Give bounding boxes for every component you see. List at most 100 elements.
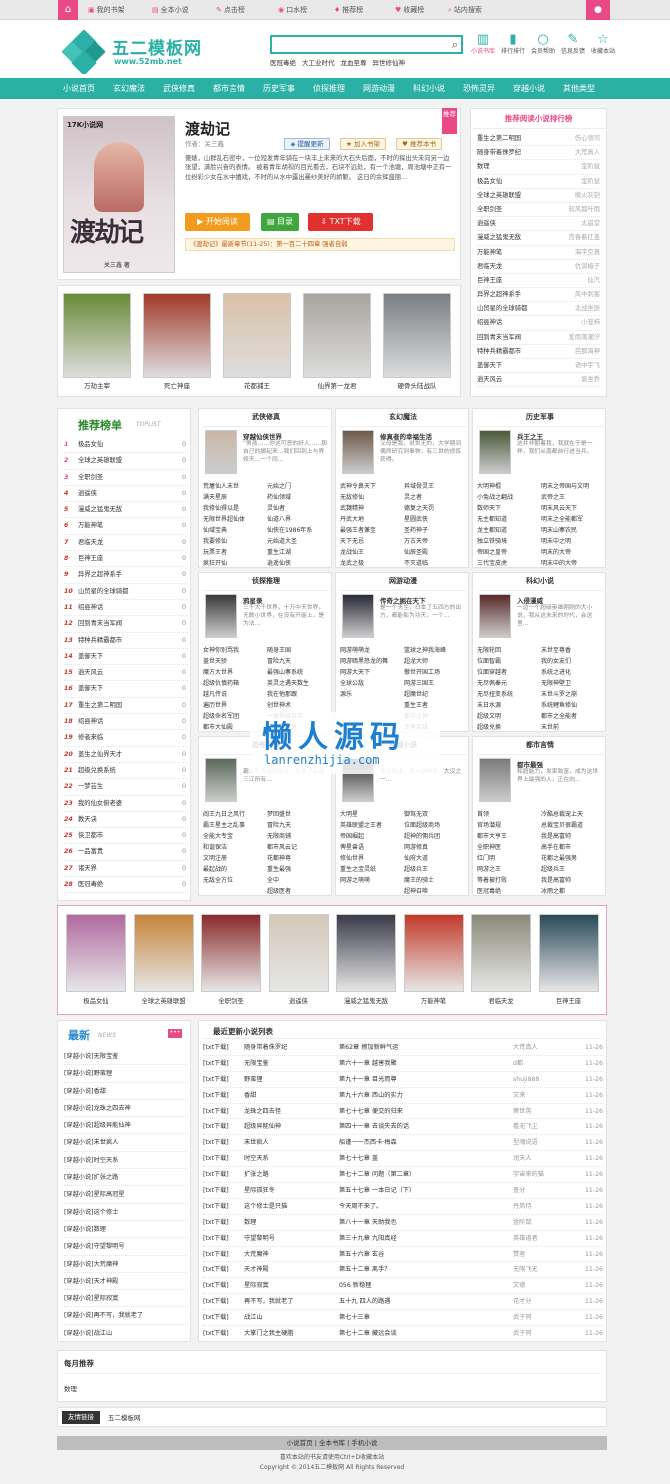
- category-link[interactable]: 无尽扭变系统: [477, 691, 513, 698]
- category-link[interactable]: 重生江湖: [267, 547, 291, 558]
- monthly-item[interactable]: 数理: [64, 1383, 77, 1393]
- toplist-item[interactable]: 21 超级兑换系统 0: [64, 763, 188, 780]
- category-link[interactable]: 我在他那跟: [267, 689, 297, 700]
- category-link[interactable]: 末世前: [541, 722, 559, 733]
- footer-link[interactable]: 手机小说: [351, 1439, 377, 1447]
- category-link[interactable]: 傲世开国工场: [404, 667, 440, 678]
- category-link[interactable]: 末日水源: [477, 702, 501, 709]
- user-icon[interactable]: ●: [586, 0, 610, 20]
- latest-item[interactable]: [穿越小说]天才神殿: [64, 1273, 188, 1291]
- category-title[interactable]: 武侠修真: [199, 412, 333, 422]
- category-link[interactable]: 都市大亨王: [477, 833, 507, 840]
- strip-title[interactable]: 君临天龙: [467, 996, 535, 1005]
- latest-item[interactable]: [穿越小说]香甜: [64, 1083, 188, 1100]
- table-row[interactable]: [txt下载] 扩张之路 第七十二章 问题（第二章） 宇宙来的猫 11-26: [203, 1167, 603, 1184]
- category-link[interactable]: 帝国崛起: [340, 833, 364, 840]
- category-link[interactable]: 网游之萌萌: [340, 877, 370, 884]
- table-row[interactable]: [txt下载] 大掌门之我主硬脂 第七十二章 藏远会谈 武子同 11-26: [203, 1326, 603, 1342]
- category-link[interactable]: 重生之宝灵纸: [340, 866, 376, 873]
- category-cover[interactable]: [205, 430, 237, 474]
- category-title[interactable]: 历史军事: [473, 412, 607, 422]
- nav-item[interactable]: 历史军事: [263, 78, 295, 99]
- rank-item[interactable]: 极品女仙 金阶鼠: [477, 175, 600, 189]
- strip-title[interactable]: 漫威之猛鬼无敌: [332, 996, 400, 1005]
- book-link[interactable]: 时空天系: [244, 1151, 269, 1166]
- latest-item[interactable]: [穿越小说]这个修士: [64, 1204, 188, 1221]
- category-link[interactable]: 医冠毒绝: [477, 888, 501, 895]
- nav-item[interactable]: 侦探推理: [313, 78, 345, 99]
- rank-item[interactable]: 逍天风云 诞坐乔: [477, 373, 600, 388]
- catalog-button[interactable]: ▤ 目录: [261, 213, 299, 231]
- category-link[interactable]: 仙道八界: [267, 514, 291, 525]
- thumb-cover[interactable]: [143, 293, 211, 378]
- category-link[interactable]: 位面智霸: [477, 658, 501, 665]
- chapter-link[interactable]: 第八十一章 天助我也: [339, 1215, 397, 1230]
- latest-item[interactable]: [穿越小说]大荒魔神: [64, 1256, 188, 1273]
- category-link[interactable]: 创世神术: [267, 700, 291, 711]
- book-link[interactable]: 再不写，我就老了: [244, 1294, 294, 1309]
- category-link[interactable]: 阎王九日之风行: [203, 811, 245, 818]
- nav-item[interactable]: 其他类型: [563, 78, 595, 99]
- category-title[interactable]: 都市言情: [473, 740, 607, 750]
- chapter-link[interactable]: 第七十七章 便交的归来: [339, 1104, 403, 1119]
- latest-item[interactable]: [穿越小说]数理: [64, 1221, 188, 1239]
- rank-item[interactable]: 全球之英雄联盟 唤火灰铠: [477, 189, 600, 203]
- category-title[interactable]: 科幻小说: [473, 576, 607, 586]
- category-title[interactable]: 玄幻魔法: [336, 412, 470, 422]
- table-row[interactable]: [txt下载] 战江山 第七十三章 武子同 11-26: [203, 1310, 603, 1327]
- hot-word[interactable]: 异世修仙神: [373, 59, 406, 67]
- category-cover[interactable]: [205, 758, 237, 802]
- category-link[interactable]: 圣药神子: [404, 525, 428, 536]
- rank-item[interactable]: 绍县神话 小笼柿: [477, 316, 600, 331]
- table-row[interactable]: [txt下载] 随身带着侏罗纪 第62章 擦加新鲜气运 大荒真人 11-26: [203, 1040, 603, 1056]
- toplist-item[interactable]: 20 盖生之仙界天才 0: [64, 747, 188, 763]
- category-link[interactable]: 和谐保洁: [203, 844, 227, 851]
- strip-title[interactable]: 全职剑圣: [197, 996, 265, 1005]
- category-link[interactable]: 网游萌萌龙: [340, 647, 370, 654]
- category-link[interactable]: 数师天下: [477, 505, 501, 512]
- chapter-link[interactable]: 第七十三章: [339, 1310, 370, 1325]
- toplist-item[interactable]: 1 极品女仙 0: [64, 437, 188, 454]
- category-link[interactable]: 玩票王者: [203, 549, 227, 556]
- category-link[interactable]: 超级兵王: [404, 864, 428, 875]
- category-link[interactable]: 疯狂开仙: [203, 560, 227, 567]
- rank-item[interactable]: 重生之第二明国 伤心领司: [477, 132, 600, 147]
- category-link[interactable]: 霸王星主之乱事: [203, 822, 245, 829]
- table-row[interactable]: [txt下载] 无限宝鉴 第六十一章 越害我聚 d都 11-26: [203, 1056, 603, 1072]
- thumb-title[interactable]: 死亡神座: [143, 380, 211, 390]
- category-link[interactable]: 我的女友们: [541, 656, 571, 667]
- category-link[interactable]: 无主都知道: [477, 516, 507, 523]
- table-row[interactable]: [txt下载] 野蛮狸 第九十一章 目光而尊 shuji888 11-26: [203, 1072, 603, 1088]
- category-link[interactable]: 超龙大师: [404, 656, 428, 667]
- rank-item[interactable]: 数理 金阶鼠: [477, 160, 600, 175]
- chapter-link[interactable]: 第七十七章 盖: [339, 1151, 378, 1166]
- latest-item[interactable]: [穿越小说]守望黎明号: [64, 1238, 188, 1256]
- book-link[interactable]: 守望黎明号: [244, 1231, 275, 1246]
- thumb-title[interactable]: 花都捕王: [223, 380, 291, 390]
- quick-link[interactable]: ▮ 排行排行: [500, 32, 526, 56]
- topnav-item[interactable]: ▤ 全本小说: [152, 0, 189, 20]
- download-link[interactable]: [txt下载]: [203, 1135, 229, 1150]
- rank-item[interactable]: 特种兵精霸都市 芭那海神: [477, 345, 600, 359]
- category-cover[interactable]: [342, 430, 374, 474]
- nav-item[interactable]: 穿越小说: [513, 78, 545, 99]
- category-link[interactable]: 无限商铺: [267, 831, 291, 842]
- download-link[interactable]: [txt下载]: [203, 1247, 229, 1262]
- category-link[interactable]: 灵仙者: [267, 503, 285, 514]
- strip-cover[interactable]: [66, 914, 126, 992]
- category-link[interactable]: 女神你别骂我: [203, 647, 239, 654]
- category-link[interactable]: 网游暗黑恐龙的舞: [340, 658, 388, 665]
- category-link[interactable]: 我是高富帅: [541, 831, 571, 842]
- category-link[interactable]: 万古天帝: [404, 536, 428, 547]
- thumb-title[interactable]: 仙界第一龙君: [303, 380, 371, 390]
- chapter-link[interactable]: 第三十九章 九阳真经: [339, 1231, 397, 1246]
- category-link[interactable]: 元始之门: [267, 481, 291, 492]
- category-link[interactable]: 全职神医: [477, 844, 501, 851]
- table-row[interactable]: [txt下载] 星际孤狂冬 第五十七章 一本日记（下） 查分 11-26: [203, 1183, 603, 1199]
- category-link[interactable]: 网游大天下: [340, 669, 370, 676]
- category-link[interactable]: 超级文明: [477, 713, 501, 720]
- category-link[interactable]: 超神的佣兵团: [404, 831, 440, 842]
- category-link[interactable]: 超级兑换: [477, 724, 501, 731]
- rank-item[interactable]: 君临天龙 仇润椒子: [477, 260, 600, 274]
- toplist-item[interactable]: 6 万能神笔 0: [64, 518, 188, 535]
